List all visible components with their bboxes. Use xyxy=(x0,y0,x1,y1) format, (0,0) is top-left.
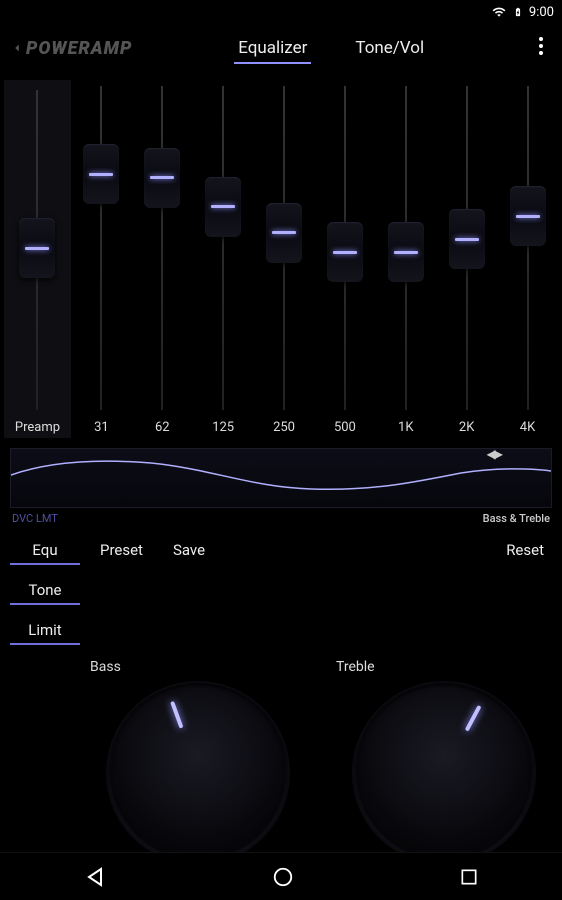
band-slider-1k[interactable]: 1K xyxy=(375,80,436,438)
band-slider-250[interactable]: 250 xyxy=(254,80,315,438)
band-slider-2k[interactable]: 2K xyxy=(436,80,497,438)
more-menu-icon[interactable] xyxy=(530,28,552,68)
tabs: Equalizer Tone/Vol xyxy=(132,26,530,70)
equalizer-panel: Preamp 31 62 125 250 500 1K 2K 4K xyxy=(0,72,562,442)
bass-label: Bass xyxy=(90,659,306,675)
equ-toggle[interactable]: Equ xyxy=(10,537,80,565)
band-slider-31[interactable]: 31 xyxy=(71,80,132,438)
dvc-lmt-label: DVC LMT xyxy=(12,512,58,525)
treble-knob[interactable] xyxy=(354,683,534,863)
tab-equalizer[interactable]: Equalizer xyxy=(234,26,311,70)
tone-toggle[interactable]: Tone xyxy=(10,577,80,605)
frequency-curve[interactable]: ◀▶ xyxy=(10,448,552,508)
limit-toggle[interactable]: Limit xyxy=(10,617,80,645)
battery-icon xyxy=(513,4,523,20)
band-slider-4k[interactable]: 4K xyxy=(497,80,558,438)
treble-label: Treble xyxy=(336,659,552,675)
bass-knob[interactable] xyxy=(108,683,288,863)
nav-recent-icon[interactable] xyxy=(459,867,479,887)
bass-treble-label: Bass & Treble xyxy=(483,512,550,525)
back-button[interactable]: POWERAMP xyxy=(10,38,132,59)
preset-button[interactable]: Preset xyxy=(100,537,143,645)
nav-home-icon[interactable] xyxy=(272,866,294,888)
knobs-row: Bass Treble xyxy=(0,649,562,863)
save-button[interactable]: Save xyxy=(173,537,205,645)
band-slider-125[interactable]: 125 xyxy=(193,80,254,438)
controls-row: Equ Tone Limit Preset Save Reset xyxy=(0,533,562,649)
brand-text: POWERAMP xyxy=(26,38,132,59)
band-slider-62[interactable]: 62 xyxy=(132,80,193,438)
band-slider-500[interactable]: 500 xyxy=(314,80,375,438)
tab-tonevol[interactable]: Tone/Vol xyxy=(351,26,428,70)
wifi-icon xyxy=(491,5,507,19)
nav-back-icon[interactable] xyxy=(83,865,107,889)
header: POWERAMP Equalizer Tone/Vol xyxy=(0,24,562,72)
status-row: DVC LMT Bass & Treble xyxy=(0,508,562,533)
status-bar: 9:00 xyxy=(0,0,562,24)
preamp-slider[interactable]: Preamp xyxy=(4,80,71,438)
nav-bar xyxy=(0,852,562,900)
preamp-label: Preamp xyxy=(15,420,60,438)
reset-button[interactable]: Reset xyxy=(506,537,544,645)
curve-scroll-icon[interactable]: ◀▶ xyxy=(487,447,501,461)
status-time: 9:00 xyxy=(529,5,554,20)
